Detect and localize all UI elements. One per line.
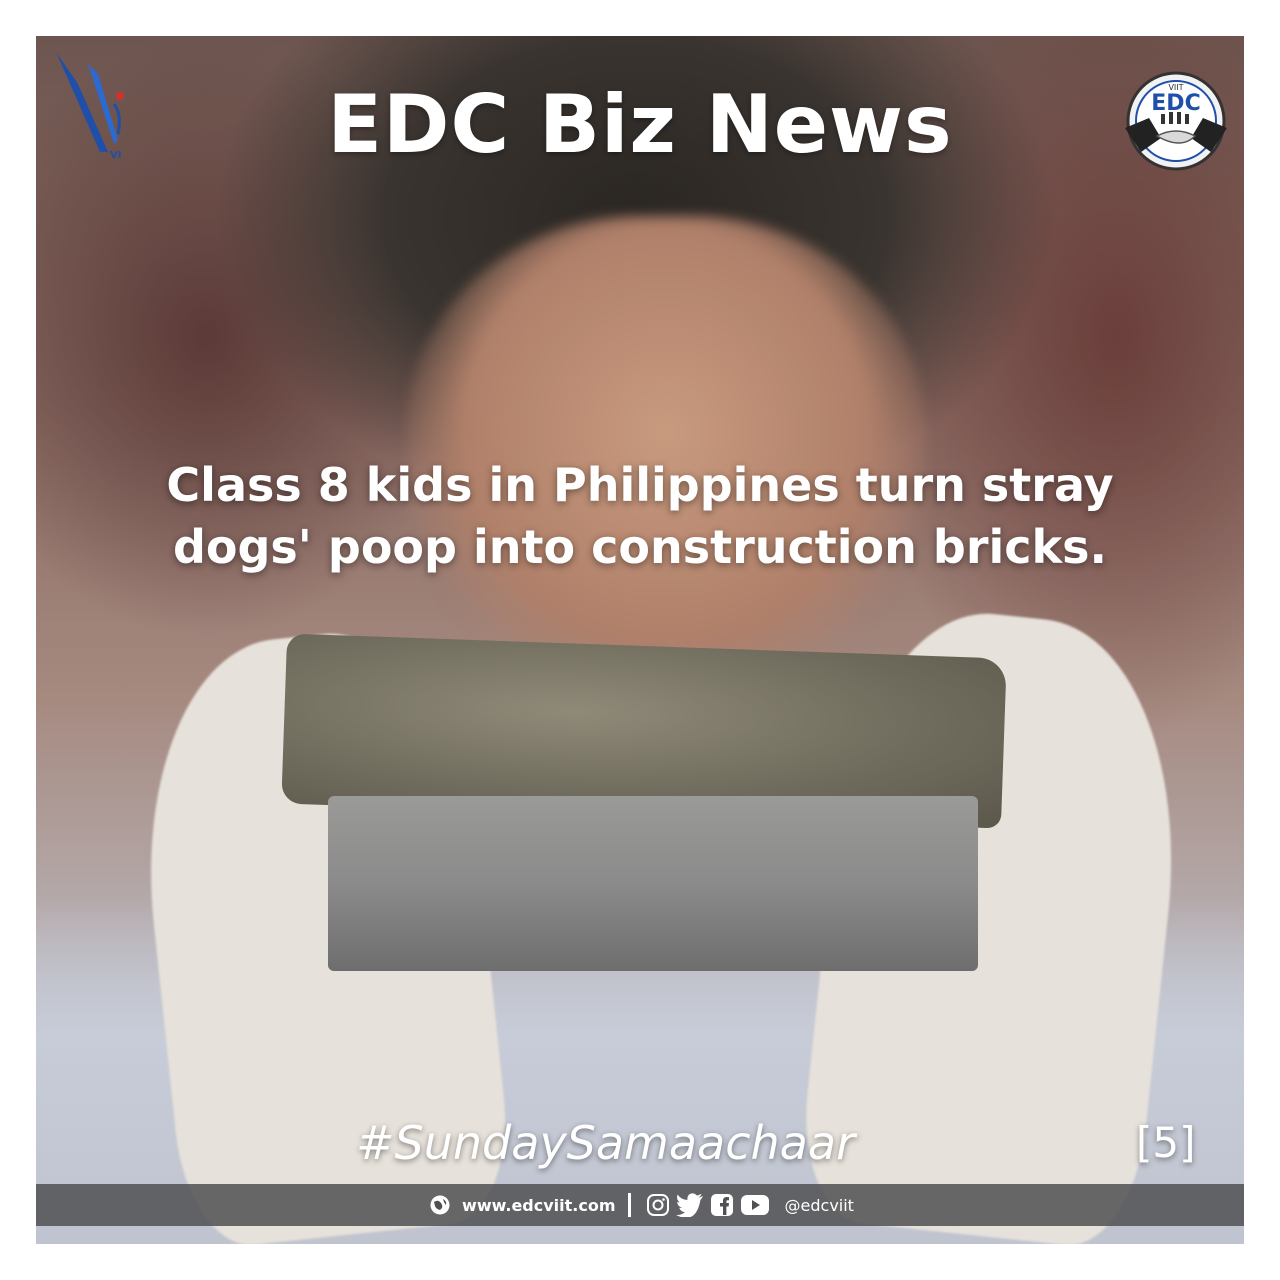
twitter-icon[interactable] <box>675 1193 704 1217</box>
footer-bar: www.edcviit.com @edcviit <box>36 1184 1244 1226</box>
page-number: [5] <box>1136 1118 1196 1167</box>
facebook-icon[interactable] <box>710 1193 734 1217</box>
headline: Class 8 kids in Philippines turn stray d… <box>76 454 1204 578</box>
edc-logo: VIIT EDC <box>1121 66 1231 176</box>
post-image: VI EDC Biz News VIIT EDC Class 8 kids in… <box>36 36 1244 1244</box>
social-handle[interactable]: @edcviit <box>785 1196 854 1215</box>
youtube-icon[interactable] <box>740 1194 770 1216</box>
globe-icon[interactable] <box>429 1194 451 1216</box>
footer-divider <box>627 1193 631 1217</box>
page-title: EDC Biz News <box>327 78 953 171</box>
edc-logo-text: EDC <box>1151 91 1200 116</box>
website-link[interactable]: www.edcviit.com <box>462 1196 615 1215</box>
headline-line-2: dogs' poop into construction bricks. <box>172 520 1108 574</box>
instagram-icon[interactable] <box>646 1193 670 1217</box>
hashtag: #SundaySamaachaar <box>356 1116 855 1170</box>
headline-line-1: Class 8 kids in Philippines turn stray <box>166 458 1114 512</box>
brick-bottom <box>328 796 978 971</box>
